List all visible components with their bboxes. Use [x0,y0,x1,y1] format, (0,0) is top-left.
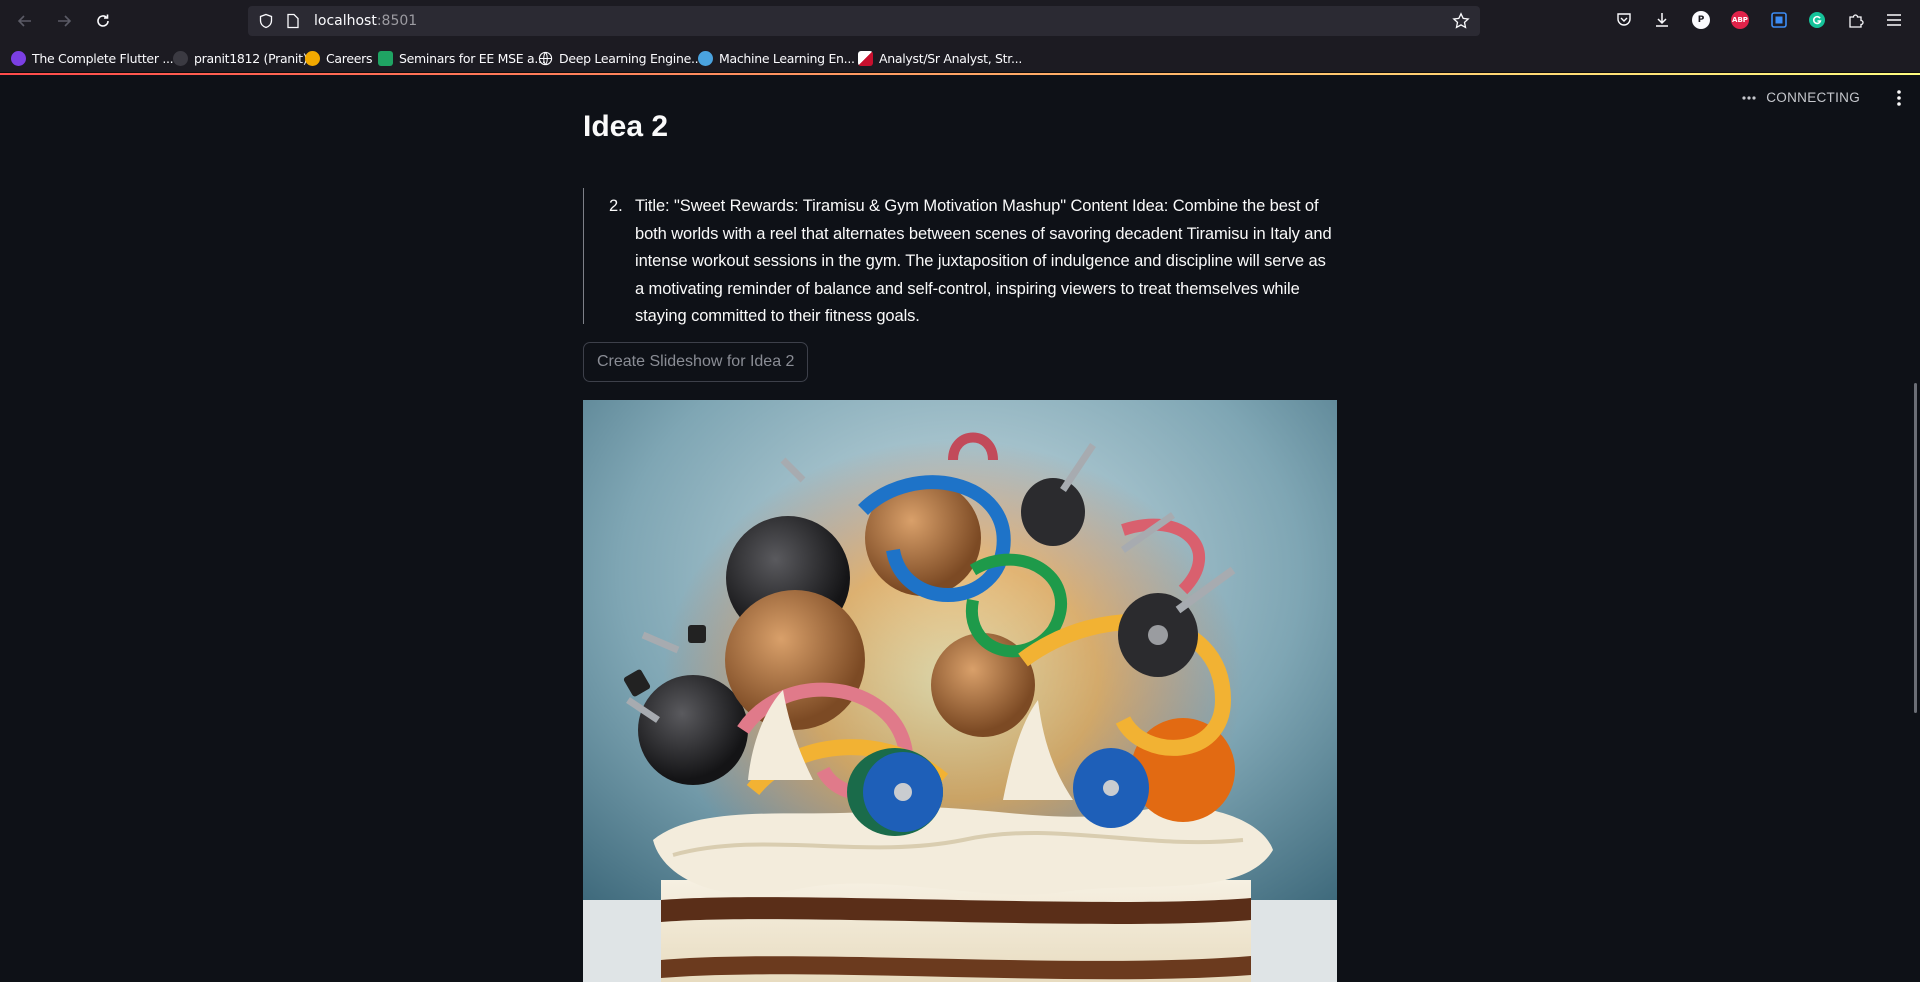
reload-button[interactable] [91,9,115,33]
running-dots-icon [1742,95,1756,100]
bookmark-label: The Complete Flutter ... [32,50,174,66]
pocket-icon [1617,13,1631,26]
scroll-thumb[interactable] [1914,383,1917,713]
bookmarks-bar: The Complete Flutter ... pranit1812 (Pra… [0,42,1920,73]
arrow-right-icon [58,15,72,27]
forward-button[interactable] [52,9,76,33]
idea-blockquote: 2. Title: "Sweet Rewards: Tiramisu & Gym… [583,188,1337,325]
list-number: 2. [609,197,623,215]
bookmark-label: Machine Learning En... [719,50,855,66]
page-scrollbar[interactable] [1912,75,1920,982]
header-decoration [0,73,1920,75]
url-port: :8501 [376,13,418,29]
bookmark-star-icon[interactable] [1452,12,1470,30]
main-menu-button[interactable] [1896,88,1902,113]
back-button[interactable] [13,9,37,33]
grammarly-icon [1809,12,1825,28]
bookmark-item[interactable]: The Complete Flutter ... [11,49,174,67]
url-text[interactable]: localhost:8501 [314,13,417,29]
idea-heading: Idea 2 [583,110,669,143]
page-icon[interactable] [286,13,300,29]
kebab-menu-icon [1897,90,1901,106]
bookmark-label: Seminars for EE MSE a... [399,50,546,66]
globe-icon [538,51,553,65]
adblock-icon: ABP [1731,11,1749,29]
url-host: localhost [314,13,377,29]
extensions-button[interactable] [1845,9,1867,31]
extension-grammarly[interactable] [1806,9,1828,31]
github-icon [173,50,188,66]
app-menu-button[interactable] [1883,9,1905,31]
pocket-button[interactable] [1613,9,1635,31]
extension-p[interactable]: P [1690,9,1712,31]
arrow-left-icon [17,15,31,27]
hamburger-icon [1887,14,1901,26]
create-slideshow-button[interactable]: Create Slideshow for Idea 2 [583,342,809,382]
bookmark-item[interactable]: Deep Learning Engine... [538,49,702,67]
connection-status: CONNECTING [1742,90,1860,105]
ml-icon [698,50,713,66]
bookmark-item[interactable]: Machine Learning En... [698,49,855,67]
bookmark-label: Analyst/Sr Analyst, Str... [879,50,1022,66]
extension-screenshot[interactable] [1768,9,1790,31]
list-item: 2. Title: "Sweet Rewards: Tiramisu & Gym… [609,193,1337,331]
udemy-icon [11,50,26,66]
downloads-button[interactable] [1651,9,1673,31]
shield-icon[interactable] [258,13,274,29]
puzzle-icon [1849,14,1864,28]
bookmark-label: Careers [326,50,373,66]
url-bar[interactable]: localhost:8501 [248,6,1480,36]
download-icon [1656,13,1668,27]
browser-toolbar: localhost:8501 P ABP [0,0,1920,42]
p-extension-icon: P [1692,11,1710,29]
tiramisu-gym-artwork [583,400,1337,982]
reload-icon [97,14,109,27]
bookmark-item[interactable]: Careers [305,49,372,67]
bookmark-item[interactable]: Seminars for EE MSE a... [378,49,546,67]
bookmark-label: Deep Learning Engine... [559,50,703,66]
bookmark-item[interactable]: pranit1812 (Pranit) [173,49,308,67]
careers-icon [305,50,320,66]
bookmark-label: pranit1812 (Pranit) [194,50,308,66]
bookmark-item[interactable]: Analyst/Sr Analyst, Str... [858,49,1022,67]
extension-adblock[interactable]: ABP [1729,9,1751,31]
screenshot-icon [1771,12,1787,28]
main-content: Idea 2 2. Title: "Sweet Rewards: Tiramis… [583,110,1337,982]
idea-description: Title: "Sweet Rewards: Tiramisu & Gym Mo… [635,197,1332,325]
company-icon [858,50,873,66]
sheets-icon [378,50,393,66]
status-text: CONNECTING [1766,90,1860,105]
generated-image [583,400,1337,982]
